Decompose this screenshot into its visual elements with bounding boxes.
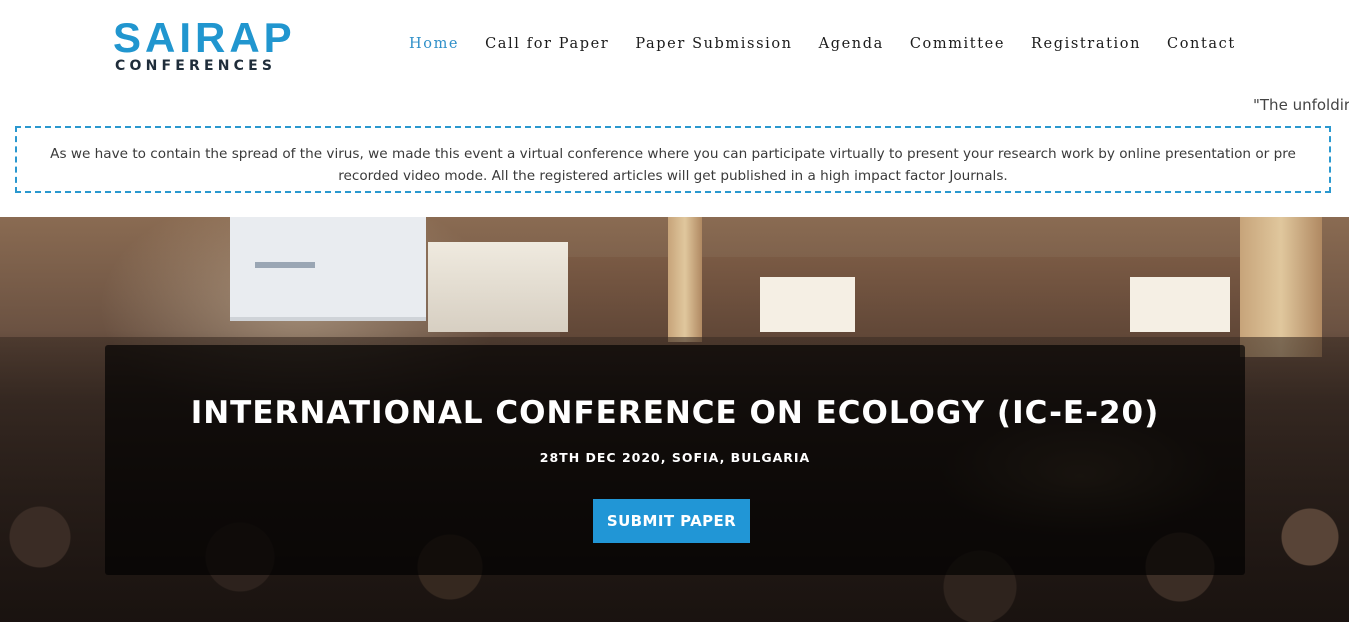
hero-window <box>1130 277 1230 332</box>
nav-home[interactable]: Home <box>409 36 459 52</box>
logo-name: SAIRAP <box>113 14 296 61</box>
hero-pillar <box>668 217 702 342</box>
hero-banner: INTERNATIONAL CONFERENCE ON ECOLOGY (IC-… <box>0 217 1349 622</box>
nav-contact[interactable]: Contact <box>1167 36 1236 52</box>
conference-title: INTERNATIONAL CONFERENCE ON ECOLOGY (IC-… <box>190 395 1160 431</box>
site-header: SAIRAP CONFERENCES Home Call for Paper P… <box>0 0 1349 95</box>
site-logo[interactable]: SAIRAP CONFERENCES <box>113 14 296 75</box>
hero-curtain <box>428 242 568 332</box>
nav-registration[interactable]: Registration <box>1031 36 1141 52</box>
nav-committee[interactable]: Committee <box>910 36 1005 52</box>
news-ticker: "The unfoldir <box>1253 96 1349 114</box>
hero-window <box>760 277 855 332</box>
nav-agenda[interactable]: Agenda <box>819 36 884 52</box>
projection-screen <box>230 217 426 321</box>
conference-date-location: 28TH DEC 2020, SOFIA, BULGARIA <box>539 450 811 465</box>
hero-overlay: INTERNATIONAL CONFERENCE ON ECOLOGY (IC-… <box>105 345 1245 575</box>
main-nav: Home Call for Paper Paper Submission Age… <box>409 36 1262 52</box>
nav-paper-submission[interactable]: Paper Submission <box>635 36 792 52</box>
logo-tagline: CONFERENCES <box>115 58 277 74</box>
hero-pillar <box>1240 217 1322 357</box>
submit-paper-button[interactable]: SUBMIT PAPER <box>593 499 750 543</box>
virtual-notice: As we have to contain the spread of the … <box>15 126 1331 193</box>
nav-call-for-paper[interactable]: Call for Paper <box>485 36 609 52</box>
